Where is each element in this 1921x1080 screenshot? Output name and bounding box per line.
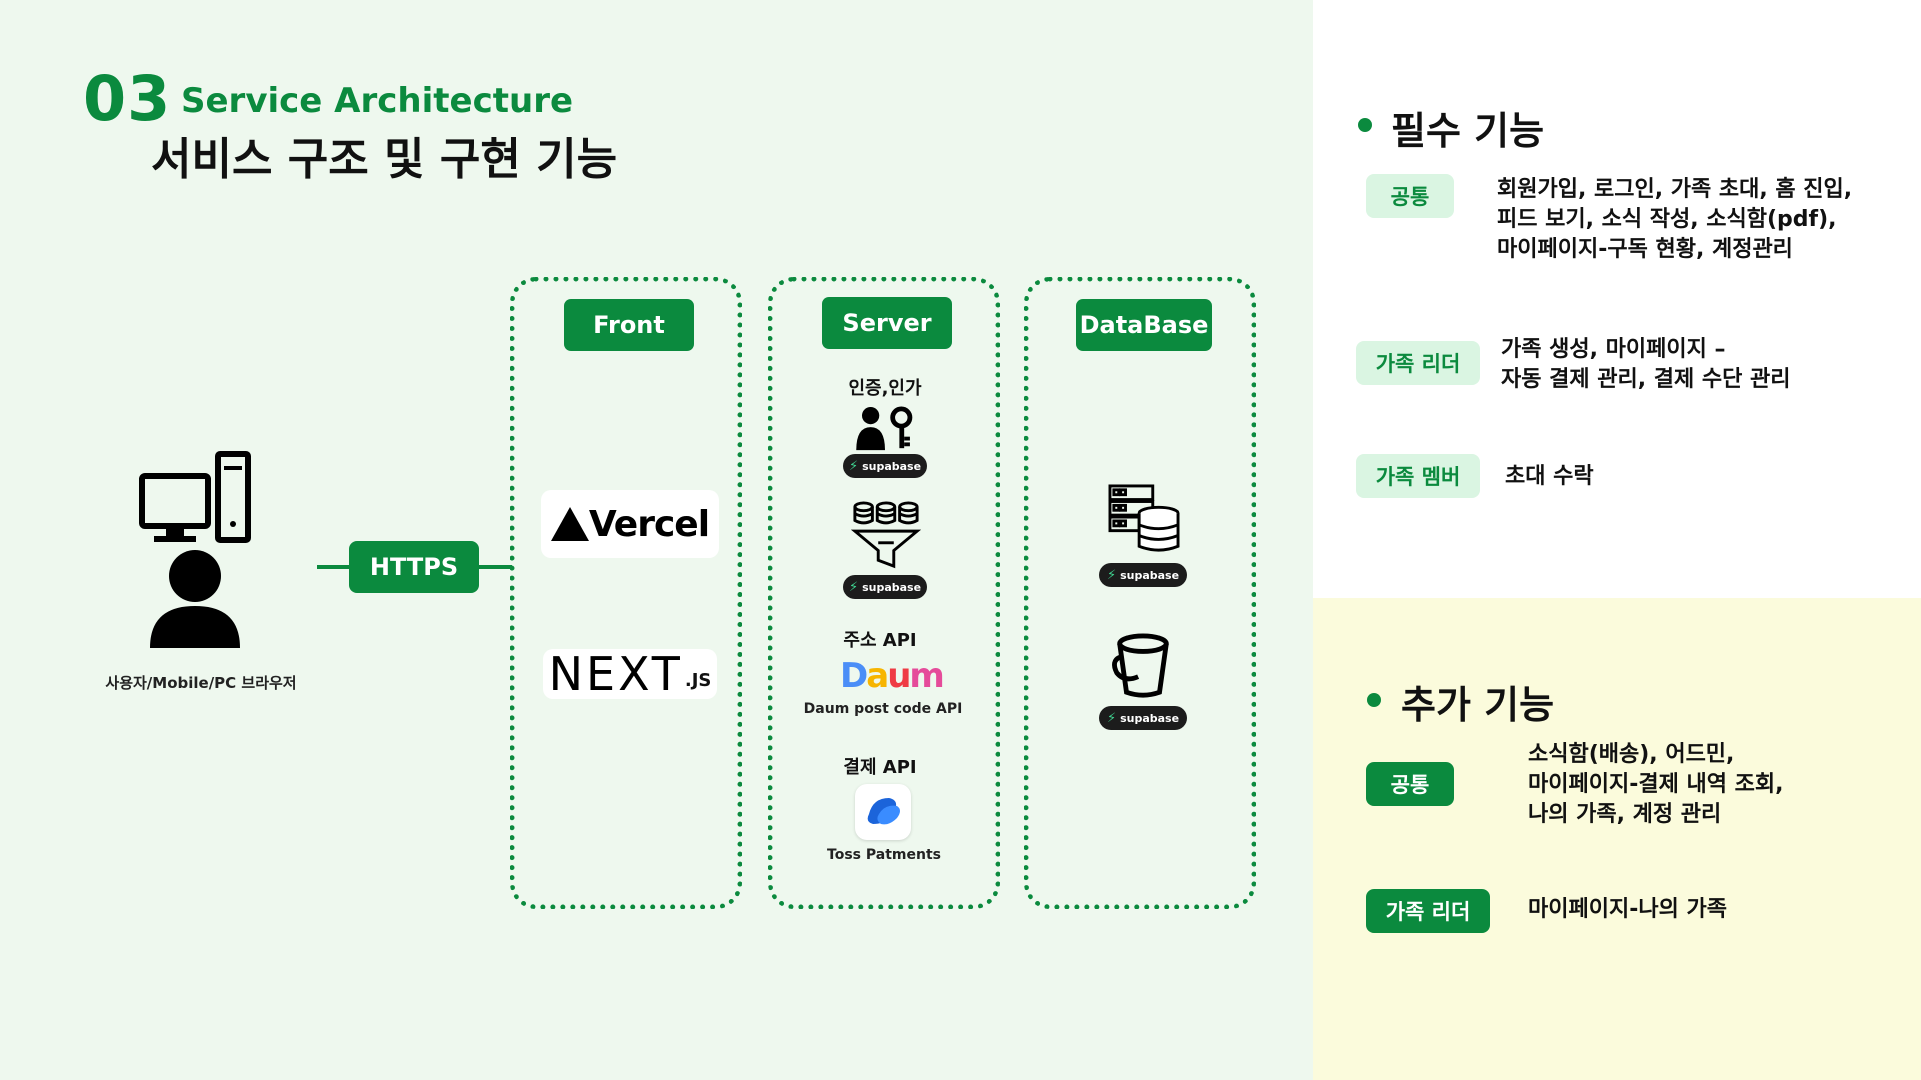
filter-supabase-badge: ⚡ supabase <box>843 575 927 599</box>
required-text-leader: 가족 생성, 마이페이지 – 자동 결제 관리, 결제 수단 관리 <box>1501 337 1791 392</box>
supabase-bolt-icon: ⚡ <box>1106 710 1117 726</box>
supabase-bolt-icon: ⚡ <box>1106 567 1117 583</box>
section-number: 03 <box>83 62 172 135</box>
vercel-logo-text: Vercel <box>588 503 710 545</box>
https-badge: HTTPS <box>349 541 479 593</box>
address-api-title: 주소 API <box>843 630 917 651</box>
required-bullet <box>1358 118 1372 132</box>
nextjs-logo-suffix: .JS <box>684 670 712 691</box>
storage-bucket-icon <box>1112 633 1169 698</box>
connector-left <box>317 565 351 569</box>
database-header: DataBase <box>1076 299 1212 351</box>
additional-tag-common: 공통 <box>1366 762 1454 806</box>
supabase-label: supabase <box>1120 568 1180 582</box>
auth-user-key-icon <box>856 406 913 451</box>
database-column <box>1024 277 1256 909</box>
required-tag-leader: 가족 리더 <box>1356 341 1480 385</box>
additional-tag-leader: 가족 리더 <box>1366 889 1490 933</box>
server-database-icon <box>1108 484 1180 552</box>
payment-api-title: 결제 API <box>843 757 917 778</box>
front-column <box>510 277 742 909</box>
nextjs-logo: NEXT .JS <box>543 647 717 701</box>
supabase-label: supabase <box>862 580 922 594</box>
daum-logo: Daum <box>840 656 945 696</box>
toss-caption: Toss Patments <box>827 847 941 863</box>
daum-caption: Daum post code API <box>803 701 963 717</box>
connector-right <box>479 565 512 569</box>
additional-heading: 추가 기능 <box>1401 683 1555 727</box>
toss-icon <box>867 798 900 825</box>
required-text-common: 회원가입, 로그인, 가족 초대, 홈 진입, 피드 보기, 소식 작성, 소식… <box>1497 177 1853 262</box>
required-heading: 필수 기능 <box>1391 109 1545 153</box>
toss-logo <box>855 784 911 840</box>
auth-supabase-badge: ⚡ supabase <box>843 454 927 478</box>
supabase-bolt-icon: ⚡ <box>848 579 859 595</box>
section-title-ko: 서비스 구조 및 구현 기능 <box>151 134 618 185</box>
required-tag-common: 공통 <box>1366 174 1454 218</box>
required-text-member: 초대 수락 <box>1505 464 1594 489</box>
section-title-en: Service Architecture <box>181 81 574 121</box>
vercel-triangle-icon <box>550 507 589 541</box>
supabase-label: supabase <box>862 459 922 473</box>
client-label: 사용자/Mobile/PC 브라우저 <box>105 674 297 692</box>
required-features-panel <box>1313 0 1921 598</box>
db-supabase-badge: ⚡ supabase <box>1099 563 1187 587</box>
supabase-bolt-icon: ⚡ <box>848 458 859 474</box>
front-header: Front <box>564 299 694 351</box>
additional-text-common: 소식함(배송), 어드민, 마이페이지-결제 내역 조회, 나의 가족, 계정 … <box>1528 742 1784 827</box>
required-tag-member: 가족 멤버 <box>1356 454 1480 498</box>
storage-supabase-badge: ⚡ supabase <box>1099 706 1187 730</box>
additional-features-panel <box>1313 598 1921 1080</box>
nextjs-logo-text: NEXT <box>548 647 683 701</box>
server-header: Server <box>822 297 952 349</box>
supabase-label: supabase <box>1120 711 1180 725</box>
auth-title: 인증,인가 <box>848 378 922 399</box>
database-filter-icon <box>851 501 921 569</box>
additional-text-leader: 마이페이지-나의 가족 <box>1528 897 1727 922</box>
vercel-logo: Vercel <box>541 490 719 558</box>
additional-bullet <box>1367 693 1381 707</box>
